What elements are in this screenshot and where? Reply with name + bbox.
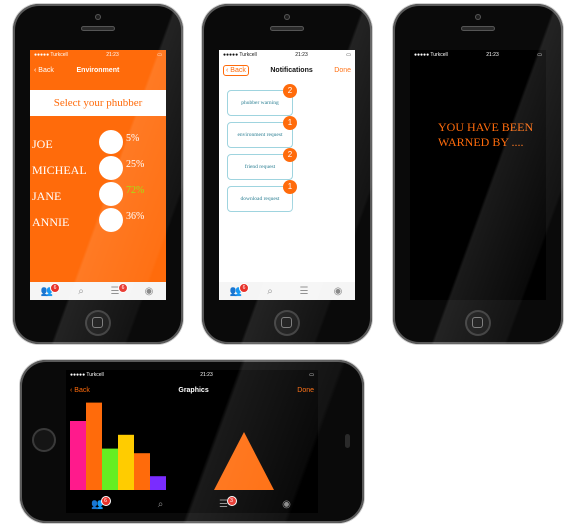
back-button[interactable]: ‹ Back bbox=[223, 64, 249, 76]
warning-screen: ●●●●● Turkcell 21:23 ▭ YOU HAVE BEEN WAR… bbox=[410, 50, 546, 300]
graphics-screen: ●●●●● Turkcell 21:23 ▭ ‹ Back Graphics D… bbox=[66, 370, 318, 513]
person-percentage: 36% bbox=[126, 211, 145, 222]
bar bbox=[86, 402, 102, 490]
back-button[interactable]: ‹ Back bbox=[34, 67, 54, 74]
nav-bar: ‹ Back Graphics Done bbox=[66, 380, 318, 400]
speaker bbox=[270, 26, 304, 31]
battery-icon: ▭ bbox=[537, 52, 542, 58]
carrier-label: ●●●●● Turkcell bbox=[414, 52, 448, 58]
status-bar: ●●●●● Turkcell 21:23 ▭ bbox=[219, 50, 355, 60]
person-avatar[interactable] bbox=[99, 130, 123, 154]
person-row[interactable]: ANNIE 36% bbox=[30, 208, 166, 234]
status-bar: ●●●●● Turkcell 21:23 ▭ bbox=[410, 50, 546, 60]
clock: 21:23 bbox=[200, 372, 213, 378]
notification-count-badge: 1 bbox=[283, 180, 297, 194]
search-icon[interactable]: ⌕ bbox=[263, 285, 277, 297]
phone-graphics: ●●●●● Turkcell 21:23 ▭ ‹ Back Graphics D… bbox=[20, 360, 364, 523]
bar-chart bbox=[70, 402, 166, 490]
notification-count-badge: 2 bbox=[283, 148, 297, 162]
person-avatar[interactable] bbox=[99, 156, 123, 180]
search-icon[interactable]: ⌕ bbox=[74, 285, 88, 297]
battery-icon: ▭ bbox=[157, 52, 162, 58]
home-button[interactable] bbox=[465, 310, 491, 336]
battery-icon: ▭ bbox=[309, 372, 314, 378]
notification-count-badge: 2 bbox=[283, 84, 297, 98]
carrier-label: ●●●●● Turkcell bbox=[223, 52, 257, 58]
notification-list: phubber warning 2 environment request 1 frie… bbox=[219, 80, 355, 240]
environment-screen: ●●●●● Turkcell 21:23 ▭ ‹ Back Environmen… bbox=[30, 50, 166, 300]
home-button[interactable] bbox=[85, 310, 111, 336]
phone-environment: ●●●●● Turkcell 21:23 ▭ ‹ Back Environmen… bbox=[13, 4, 183, 344]
bar bbox=[118, 434, 134, 490]
tab-badge: 3 bbox=[226, 496, 237, 506]
warning-message: YOU HAVE BEEN WARNED BY .... bbox=[438, 120, 534, 149]
area-shape bbox=[214, 432, 274, 490]
nav-bar: ‹ Back Environment bbox=[30, 60, 166, 80]
list-icon[interactable]: ☰ bbox=[297, 285, 311, 297]
person-name: JOE bbox=[32, 137, 53, 151]
front-camera bbox=[345, 434, 350, 448]
tab-badge: 6 bbox=[100, 496, 111, 506]
phone-notifications: ●●●●● Turkcell 21:23 ▭ ‹ Back Notificati… bbox=[202, 4, 372, 344]
camera bbox=[475, 14, 481, 20]
clock: 21:23 bbox=[106, 52, 119, 58]
bar bbox=[70, 421, 86, 490]
page-title: Notifications bbox=[270, 66, 313, 74]
bar bbox=[150, 476, 166, 490]
area-chart bbox=[214, 432, 274, 490]
tab-bar: 👥 6 ⌕ ☰ ◉ bbox=[219, 282, 355, 300]
bar bbox=[102, 448, 118, 490]
person-row[interactable]: MICHEAL 25% bbox=[30, 156, 166, 182]
status-bar: ●●●●● Turkcell 21:23 ▭ bbox=[30, 50, 166, 60]
clock: 21:23 bbox=[295, 52, 308, 58]
profile-icon[interactable]: ◉ bbox=[331, 285, 345, 297]
status-bar: ●●●●● Turkcell 21:23 ▭ bbox=[66, 370, 318, 380]
person-row[interactable]: JOE 5% bbox=[30, 130, 166, 156]
select-phubber-banner[interactable]: Select your phubber bbox=[30, 90, 166, 116]
notification-count-badge: 1 bbox=[283, 116, 297, 130]
camera bbox=[95, 14, 101, 20]
tab-badge: 6 bbox=[50, 283, 60, 293]
person-name: ANNIE bbox=[32, 215, 70, 229]
search-icon[interactable]: ⌕ bbox=[154, 498, 168, 510]
back-button[interactable]: ‹ Back bbox=[70, 387, 90, 394]
person-name: MICHEAL bbox=[32, 163, 87, 177]
tab-badge: 6 bbox=[118, 283, 128, 293]
list-icon[interactable]: ☰ 6 bbox=[108, 283, 128, 297]
speaker bbox=[81, 26, 115, 31]
notifications-screen: ●●●●● Turkcell 21:23 ▭ ‹ Back Notificati… bbox=[219, 50, 355, 300]
tab-bar: 👥 6 ⌕ ☰ 3 ◉ bbox=[66, 495, 318, 513]
person-avatar[interactable] bbox=[99, 182, 123, 206]
battery-icon: ▭ bbox=[346, 52, 351, 58]
page-title: Graphics bbox=[178, 386, 209, 394]
carrier-label: ●●●●● Turkcell bbox=[34, 52, 68, 58]
camera bbox=[284, 14, 290, 20]
carrier-label: ●●●●● Turkcell bbox=[70, 372, 104, 378]
person-avatar[interactable] bbox=[99, 208, 123, 232]
home-button[interactable] bbox=[32, 428, 56, 452]
people-icon[interactable]: 👥 6 bbox=[40, 283, 60, 297]
page-title: Environment bbox=[76, 66, 120, 74]
speaker bbox=[461, 26, 495, 31]
home-button[interactable] bbox=[274, 310, 300, 336]
person-percentage: 72% bbox=[126, 185, 145, 196]
person-name: JANE bbox=[32, 189, 62, 203]
done-button[interactable]: Done bbox=[334, 67, 351, 74]
people-icon[interactable]: 👥 6 bbox=[91, 496, 111, 510]
profile-icon[interactable]: ◉ bbox=[280, 498, 294, 510]
bar bbox=[134, 453, 150, 490]
done-button[interactable]: Done bbox=[297, 387, 314, 394]
people-list: JOE 5% MICHEAL 25% JANE 72% ANNIE 36% bbox=[30, 130, 166, 260]
person-percentage: 25% bbox=[126, 159, 145, 170]
list-icon[interactable]: ☰ 3 bbox=[217, 496, 237, 510]
people-icon[interactable]: 👥 6 bbox=[229, 283, 249, 297]
tab-badge: 6 bbox=[239, 283, 249, 293]
profile-icon[interactable]: ◉ bbox=[142, 285, 156, 297]
phone-warning: ●●●●● Turkcell 21:23 ▭ YOU HAVE BEEN WAR… bbox=[393, 4, 563, 344]
nav-bar: ‹ Back Notifications Done bbox=[219, 60, 355, 80]
person-percentage: 5% bbox=[126, 133, 140, 144]
person-row[interactable]: JANE 72% bbox=[30, 182, 166, 208]
tab-bar: 👥 6 ⌕ ☰ 6 ◉ bbox=[30, 282, 166, 300]
clock: 21:23 bbox=[486, 52, 499, 58]
